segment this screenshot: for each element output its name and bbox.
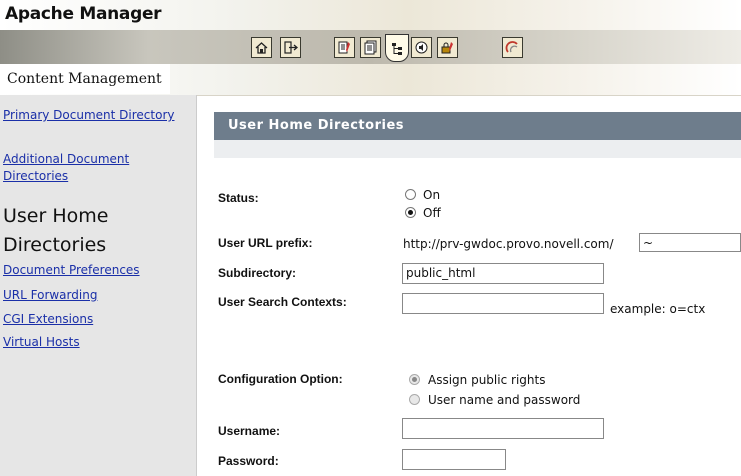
exit-icon xyxy=(284,41,298,54)
panel-subheader xyxy=(214,140,741,158)
section-label: Content Management xyxy=(7,71,162,87)
document-edit-icon xyxy=(338,41,350,54)
subdirectory-label: Subdirectory: xyxy=(218,266,297,280)
sidebar-item-cgi-extensions[interactable]: CGI Extensions xyxy=(3,311,188,328)
password-input[interactable] xyxy=(402,449,506,470)
novell-logo-icon xyxy=(505,41,518,53)
status-off-radio[interactable] xyxy=(405,207,416,218)
speaker-button[interactable] xyxy=(411,37,432,58)
exit-button[interactable] xyxy=(280,37,301,58)
search-contexts-label: User Search Contexts: xyxy=(218,295,347,309)
novell-button[interactable] xyxy=(502,37,523,58)
home-icon xyxy=(255,42,268,54)
sidebar-item-primary-document-directory[interactable]: Primary Document Directory xyxy=(3,107,188,124)
username-password-label: User name and password xyxy=(428,393,581,407)
lock-edit-button[interactable] xyxy=(437,37,458,58)
url-prefix-text: http://prv-gwdoc.provo.novell.com/ xyxy=(403,237,614,251)
sidebar-item-url-forwarding[interactable]: URL Forwarding xyxy=(3,287,188,304)
status-on-label: On xyxy=(423,188,441,202)
assign-public-rights-radio[interactable] xyxy=(409,374,420,385)
status-on-radio[interactable] xyxy=(405,189,416,200)
home-button[interactable] xyxy=(251,37,272,58)
directory-tree-icon xyxy=(391,42,402,55)
status-off-label: Off xyxy=(423,206,441,220)
sidebar-item-additional-document-directories[interactable]: Additional Document Directories xyxy=(3,151,188,185)
sidebar-item-user-home-directories: User Home Directories xyxy=(3,205,109,256)
app-title: Apache Manager xyxy=(5,4,162,24)
document-list-icon xyxy=(364,40,377,55)
username-label: Username: xyxy=(218,424,281,438)
search-contexts-input[interactable] xyxy=(402,293,604,314)
url-prefix-label: User URL prefix: xyxy=(218,236,313,250)
document-list-button[interactable] xyxy=(360,37,381,58)
username-input[interactable] xyxy=(402,418,604,439)
lock-edit-icon xyxy=(441,42,453,54)
username-password-radio[interactable] xyxy=(409,394,420,405)
config-option-label: Configuration Option: xyxy=(218,372,343,386)
sidebar-item-virtual-hosts[interactable]: Virtual Hosts xyxy=(3,334,188,351)
status-label: Status: xyxy=(218,191,259,205)
sidebar-item-document-preferences[interactable]: Document Preferences xyxy=(3,262,188,279)
subdirectory-input[interactable]: public_html xyxy=(402,263,604,284)
panel-title: User Home Directories xyxy=(214,112,741,140)
directory-tree-button[interactable] xyxy=(385,34,409,62)
document-edit-button[interactable] xyxy=(334,37,355,58)
assign-public-rights-label: Assign public rights xyxy=(428,373,546,387)
url-prefix-input[interactable]: ~ xyxy=(639,233,741,252)
password-label: Password: xyxy=(218,454,279,468)
speaker-icon xyxy=(415,41,428,54)
search-contexts-hint: example: o=ctx xyxy=(610,302,706,316)
